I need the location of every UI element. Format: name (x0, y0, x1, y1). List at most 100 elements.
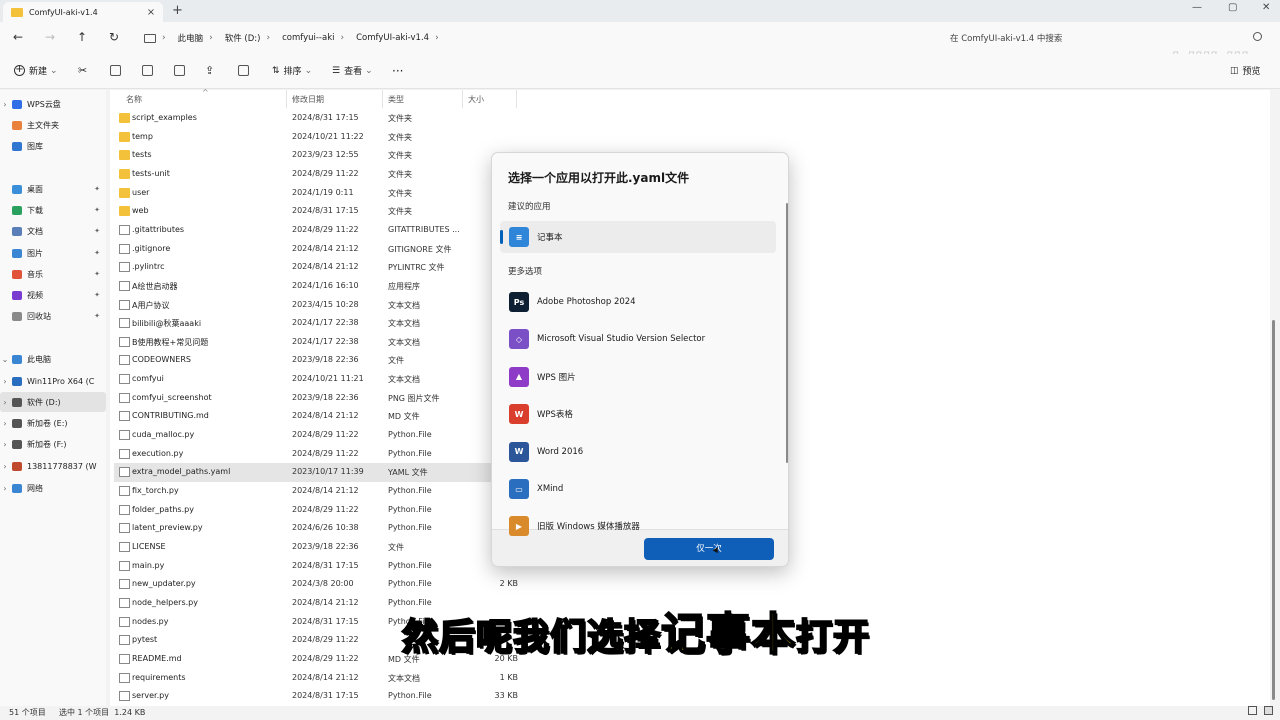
file-row[interactable]: latent_preview.py 2024/6/26 10:38 Python.F… (114, 519, 500, 538)
chevron-right-icon[interactable]: › (266, 33, 270, 43)
file-row[interactable]: execution.py2024/8/29 11:22Python.File4 (114, 445, 518, 464)
file-row[interactable]: main.py 2024/8/31 17:15 Python.File (114, 557, 500, 576)
breadcrumb-drive-d[interactable]: 软件 (D:) (225, 32, 261, 44)
nav-item[interactable]: 图片 ✦ (0, 243, 106, 263)
chevron-icon[interactable]: › (0, 440, 10, 449)
file-row[interactable]: new_updater.py 2024/3/8 20:00 Python.File 2… (114, 575, 518, 594)
maximize-icon[interactable]: ▢ (1228, 2, 1237, 13)
chevron-right-icon[interactable]: › (162, 33, 166, 43)
file-row[interactable]: comfyui_screenshot 2023/9/18 22:36 PNG 图片文… (114, 389, 518, 408)
file-row[interactable]: CONTRIBUTING.md 2024/8/14 21:12 MD 文件 (114, 407, 500, 426)
file-row[interactable]: comfyui 2024/10/21 11:21 文本文档 (114, 370, 500, 389)
file-row[interactable]: tests-unit 2024/8/29 11:22 文件夹 (114, 165, 500, 184)
more-options-icon[interactable]: ··· (392, 64, 403, 78)
chevron-right-icon[interactable]: › (435, 33, 439, 43)
file-list-scrollbar[interactable] (1272, 320, 1275, 700)
file-row[interactable]: user 2024/1/19 0:11 文件夹 (114, 184, 500, 203)
copy-icon[interactable] (110, 65, 121, 76)
file-row[interactable]: web 2024/8/31 17:15 文件夹 (114, 202, 500, 221)
chevron-icon[interactable]: › (0, 377, 10, 386)
tiles-view-icon[interactable] (1264, 706, 1273, 715)
share-icon[interactable]: ⇪ (205, 64, 214, 77)
details-view-icon[interactable] (1248, 706, 1257, 715)
refresh-icon[interactable]: ↻ (106, 30, 122, 44)
nav-item[interactable]: 图库 (0, 136, 106, 156)
paste-icon[interactable] (142, 65, 153, 76)
nav-item[interactable]: 音乐 ✦ (0, 264, 106, 284)
app-option[interactable]: ▶ 旧版 Windows 媒体播放器 (500, 510, 776, 542)
column-divider[interactable] (462, 90, 463, 108)
file-row[interactable]: bilibili@秋葉aaaki 2024/1/17 22:38 文本文档 (114, 314, 500, 333)
cut-icon[interactable]: ✂ (78, 64, 87, 77)
new-button[interactable]: + 新建 ⌄ (14, 64, 58, 77)
search-input[interactable]: 在 ComfyUI-aki-v1.4 中搜索 (944, 26, 1270, 50)
chevron-icon[interactable]: ⌄ (0, 355, 10, 364)
nav-item[interactable]: 视频 ✦ (0, 285, 106, 305)
file-row[interactable]: A绘世启动器2024/1/16 16:10应用程序2,0 (114, 277, 518, 296)
sort-button[interactable]: ⇅ 排序 ⌄ (272, 64, 312, 78)
tab-comfyui[interactable]: ComfyUI-aki-v1.4 × (3, 2, 163, 22)
nav-item[interactable]: 主文件夹 (0, 115, 106, 135)
up-icon[interactable]: ↑ (74, 30, 90, 44)
rename-icon[interactable] (174, 65, 185, 76)
column-header-date[interactable]: 修改日期 (292, 94, 324, 105)
nav-item[interactable]: › 软件 (D:) (0, 392, 106, 412)
nav-item[interactable]: 文档 ✦ (0, 221, 106, 241)
file-row[interactable]: .gitignore 2024/8/14 21:12 GITIGNORE 文件 (114, 240, 500, 259)
app-option[interactable]: ▭ XMind (500, 473, 776, 505)
breadcrumb-this-pc[interactable]: 此电脑 (178, 32, 204, 44)
app-option[interactable]: ≡ 记事本 (500, 221, 776, 253)
dialog-scrollbar[interactable] (786, 203, 788, 463)
nav-item[interactable]: 桌面 ✦ (0, 179, 106, 199)
column-header-size[interactable]: 大小 (468, 94, 484, 105)
close-window-icon[interactable]: ✕ (1262, 2, 1270, 13)
file-row[interactable]: tests 2023/9/23 12:55 文件夹 (114, 146, 500, 165)
column-divider[interactable] (286, 90, 287, 108)
nav-item[interactable]: › WPS云盘 (0, 94, 106, 114)
nav-item[interactable]: ⌄ 此电脑 (0, 349, 106, 369)
file-row[interactable]: requirements 2024/8/14 21:12 文本文档 1 KB (114, 669, 518, 688)
file-row[interactable]: B使用教程+常见问题 2024/1/17 22:38 文本文档 (114, 333, 500, 352)
chevron-icon[interactable]: › (0, 100, 10, 109)
back-icon[interactable]: ← (10, 30, 26, 44)
file-row[interactable]: CODEOWNERS 2023/9/18 22:36 文件 (114, 351, 500, 370)
address-bar[interactable]: › 此电脑 › 软件 (D:) › comfyui--aki › ComfyUI… (136, 26, 936, 50)
nav-item[interactable]: › 新加卷 (F:) (0, 434, 106, 454)
new-tab-icon[interactable]: + (172, 3, 183, 18)
view-button[interactable]: ☰ 查看 ⌄ (332, 64, 373, 78)
file-row[interactable]: server.py 2024/8/31 17:15 Python.File 33 KB (114, 687, 518, 706)
file-row[interactable]: cuda_malloc.py 2024/8/29 11:22 Python.File (114, 426, 500, 445)
column-divider[interactable] (516, 90, 517, 108)
chevron-icon[interactable]: › (0, 398, 10, 407)
nav-item[interactable]: › 13811778837 (W (0, 456, 106, 476)
app-option[interactable]: ▲ WPS 图片 (500, 361, 776, 393)
file-row[interactable]: script_examples 2024/8/31 17:15 文件夹 (114, 109, 500, 128)
column-header-name[interactable]: 名称 (126, 94, 142, 105)
column-divider[interactable] (382, 90, 383, 108)
file-row[interactable]: folder_paths.py 2024/8/29 11:22 Python.Fil… (114, 501, 500, 520)
nav-item[interactable]: 下载 ✦ (0, 200, 106, 220)
file-row[interactable]: fix_torch.py 2024/8/14 21:12 Python.File (114, 482, 500, 501)
breadcrumb-current[interactable]: ComfyUI-aki-v1.4 (356, 33, 429, 43)
nav-item[interactable]: › 新加卷 (E:) (0, 413, 106, 433)
file-row[interactable]: LICENSE 2023/9/18 22:36 文件 (114, 538, 500, 557)
delete-icon[interactable] (238, 65, 249, 76)
file-row[interactable]: extra_model_paths.yaml 2023/10/17 11:39 YA… (114, 463, 500, 482)
chevron-right-icon[interactable]: › (341, 33, 345, 43)
app-option[interactable]: W WPS表格 (500, 398, 776, 430)
column-header-type[interactable]: 类型 (388, 94, 404, 105)
nav-item[interactable]: › 网络 (0, 478, 106, 498)
file-row[interactable]: temp 2024/10/21 11:22 文件夹 (114, 128, 500, 147)
chevron-icon[interactable]: › (0, 462, 10, 471)
forward-icon[interactable]: → (42, 30, 58, 44)
file-row[interactable]: A用户协议 2023/4/15 10:28 文本文档 (114, 296, 500, 315)
chevron-icon[interactable]: › (0, 419, 10, 428)
nav-item[interactable]: › Win11Pro X64 (C (0, 371, 106, 391)
minimize-icon[interactable]: — (1192, 2, 1202, 13)
app-option[interactable]: ◇ Microsoft Visual Studio Version Selecto… (500, 323, 776, 355)
nav-item[interactable]: 回收站 ✦ (0, 306, 106, 326)
chevron-right-icon[interactable]: › (209, 33, 213, 43)
app-option[interactable]: Ps Adobe Photoshop 2024 (500, 286, 776, 318)
chevron-icon[interactable]: › (0, 484, 10, 493)
app-option[interactable]: W Word 2016 (500, 436, 776, 468)
